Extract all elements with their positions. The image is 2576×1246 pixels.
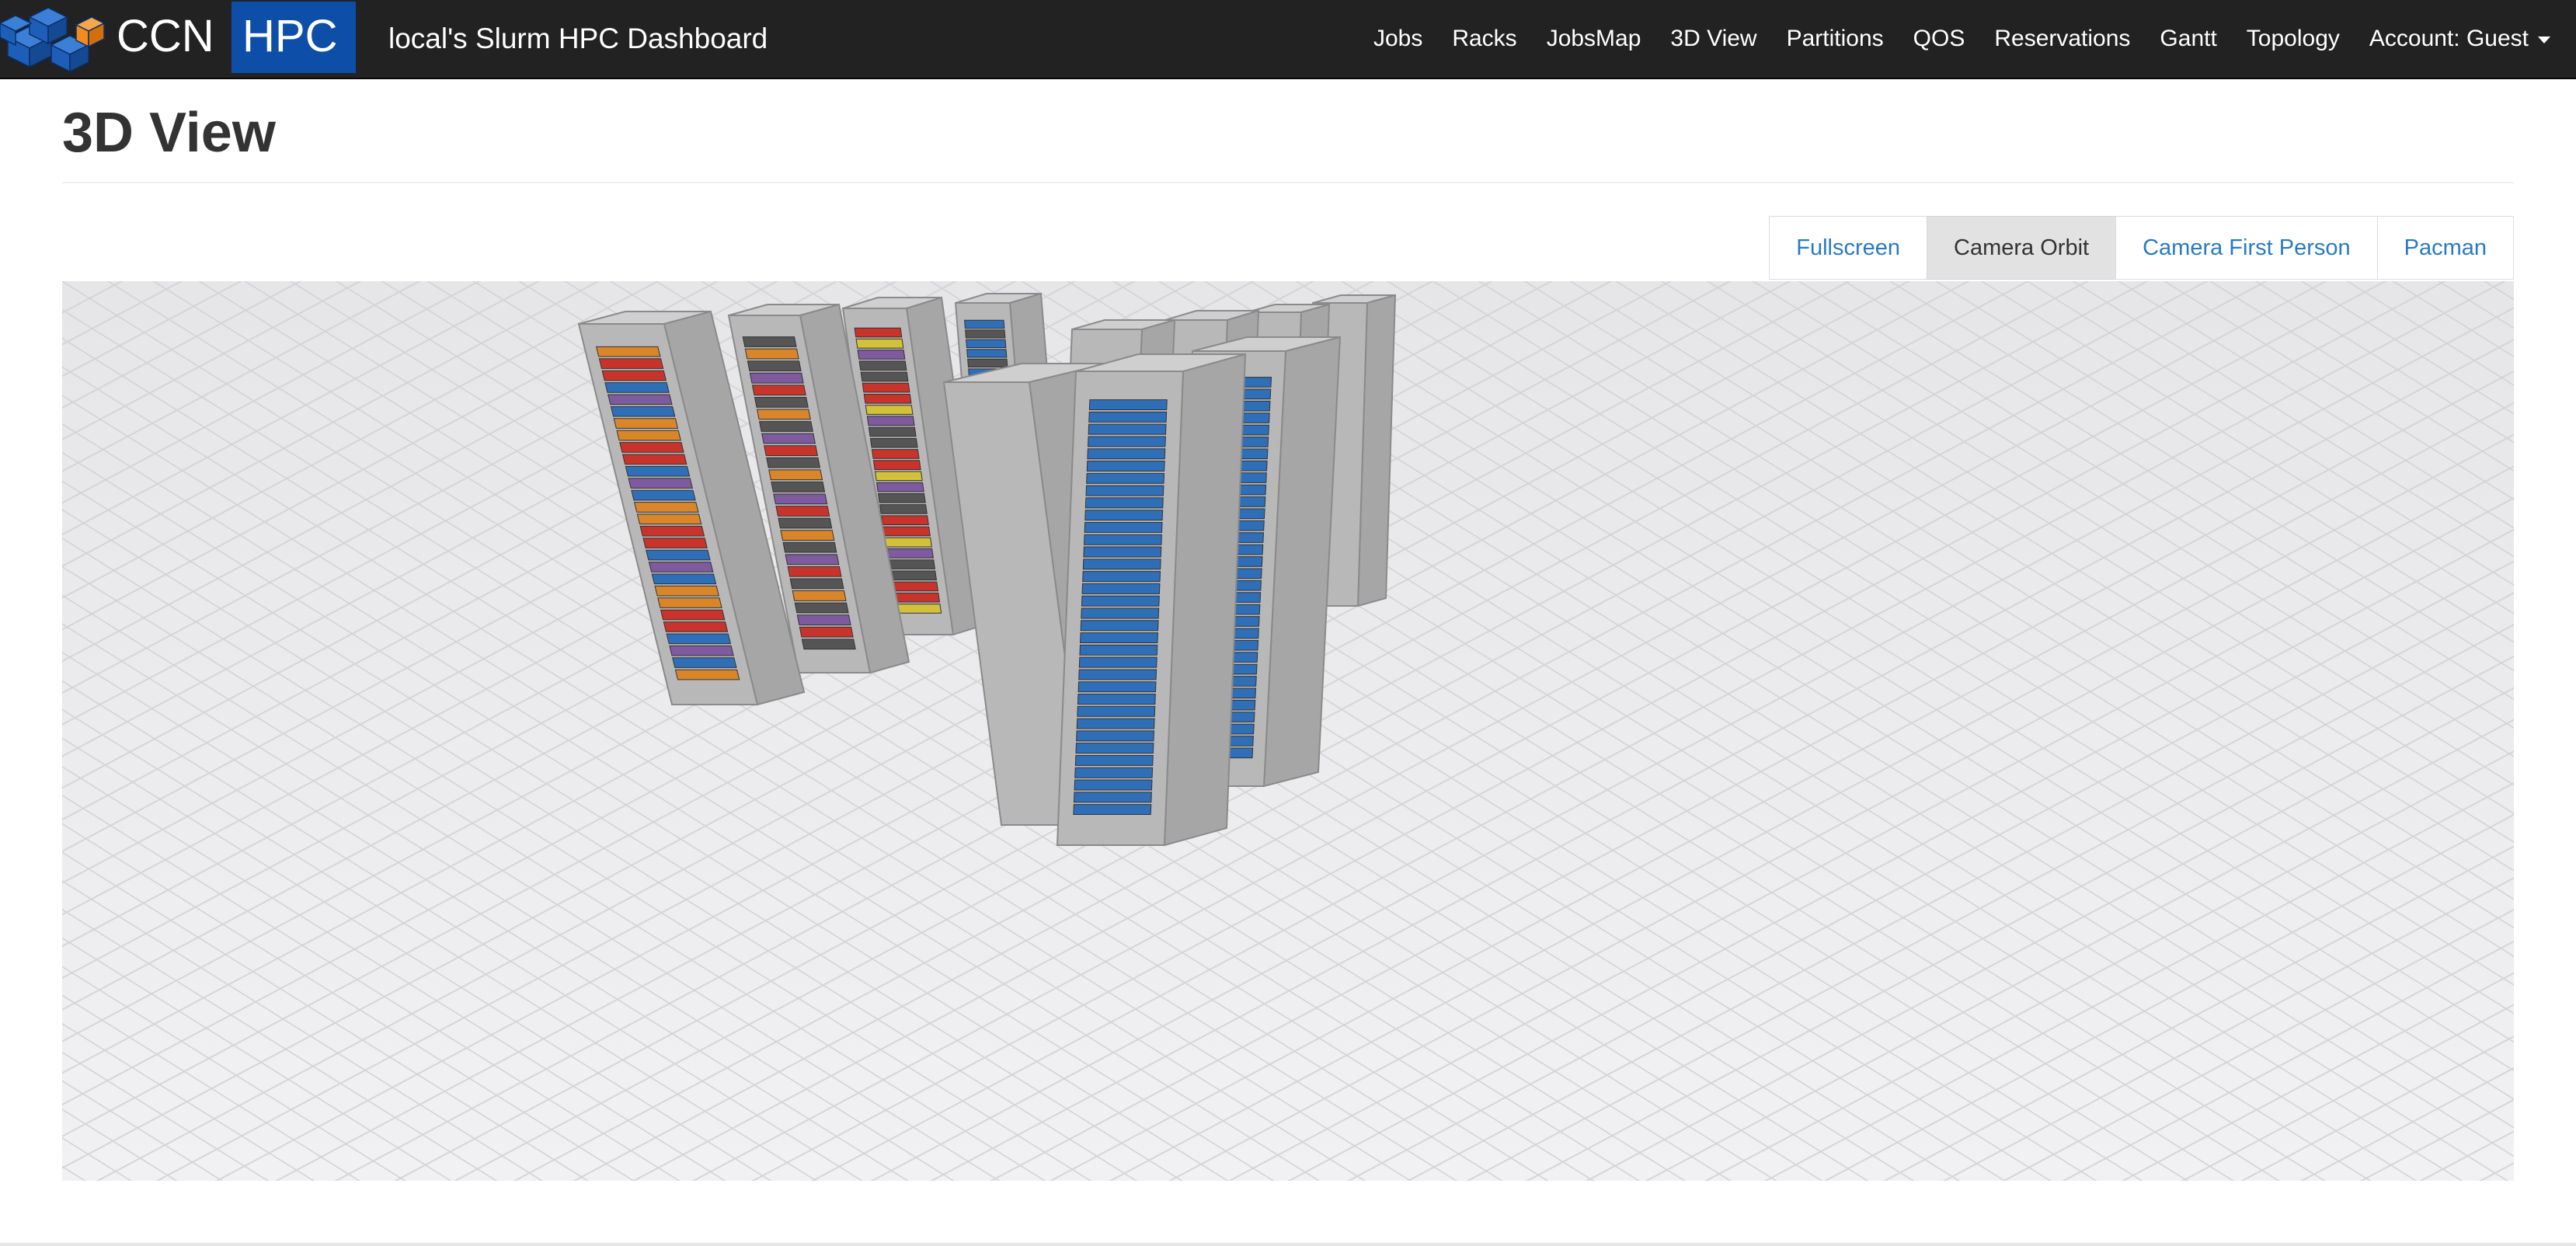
nav-racks[interactable]: Racks (1437, 0, 1531, 78)
nav-partitions[interactable]: Partitions (1772, 0, 1899, 78)
camera-orbit-button[interactable]: Camera Orbit (1927, 216, 2117, 280)
logo-text-left: CCN (117, 11, 214, 61)
nav-reservations[interactable]: Reservations (1979, 0, 2145, 78)
title-divider (62, 182, 2514, 183)
nav-jobsmap[interactable]: JobsMap (1532, 0, 1656, 78)
navbar: CCN HPC local's Slurm HPC Dashboard Jobs… (0, 0, 2576, 79)
3d-view-canvas[interactable] (62, 281, 2514, 1181)
fullscreen-button[interactable]: Fullscreen (1769, 216, 1928, 280)
pacman-button[interactable]: Pacman (2376, 216, 2514, 280)
camera-first-person-button[interactable]: Camera First Person (2115, 216, 2378, 280)
dashboard-title[interactable]: local's Slurm HPC Dashboard (388, 0, 768, 78)
nav-topology[interactable]: Topology (2232, 0, 2355, 78)
caret-down-icon (2538, 36, 2550, 44)
account-dropdown[interactable]: Account: Guest (2355, 0, 2565, 78)
nav-gantt[interactable]: Gantt (2145, 0, 2231, 78)
view-mode-button-group: Fullscreen Camera Orbit Camera First Per… (1769, 216, 2514, 280)
page-title: 3D View (62, 102, 276, 164)
brand-logo[interactable]: CCN HPC (0, 0, 357, 75)
account-label: Account: Guest (2369, 26, 2529, 51)
footer-divider (0, 1243, 2576, 1246)
rack-scene (62, 281, 2514, 1181)
nav-3d-view[interactable]: 3D View (1655, 0, 1771, 78)
cubes-logo-icon: CCN HPC (0, 2, 356, 73)
nav-jobs[interactable]: Jobs (1359, 0, 1437, 78)
top-nav: Jobs Racks JobsMap 3D View Partitions QO… (1359, 0, 2565, 78)
rack-front-1 (1056, 353, 1247, 847)
logo-text-right: HPC (242, 11, 337, 61)
nav-qos[interactable]: QOS (1899, 0, 1980, 78)
